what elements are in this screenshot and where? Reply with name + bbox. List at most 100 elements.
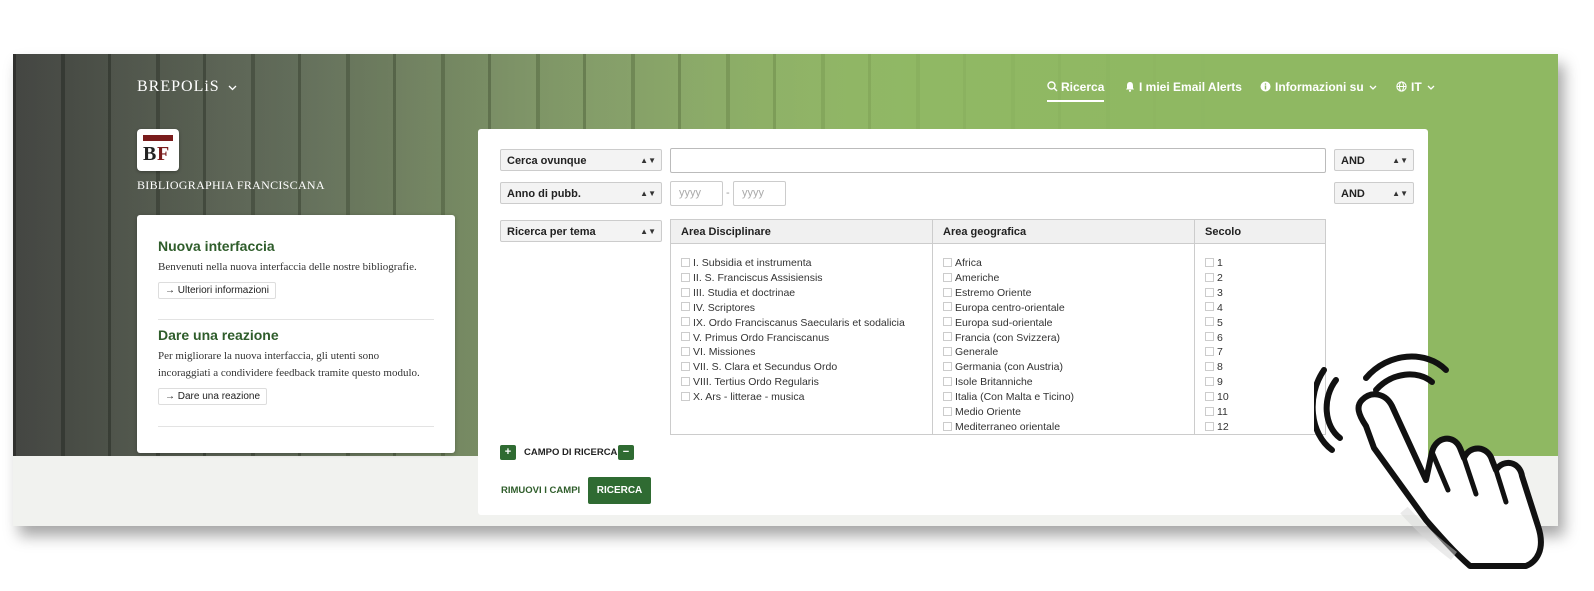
search-submit-button[interactable]: RICERCA	[588, 477, 651, 504]
checkbox[interactable]	[943, 376, 952, 386]
geography-item[interactable]: Americhe	[943, 271, 1194, 286]
checkbox[interactable]	[1205, 302, 1214, 312]
checkbox[interactable]	[1205, 376, 1214, 386]
checkbox[interactable]	[681, 317, 690, 327]
century-item[interactable]: 11	[1205, 405, 1325, 420]
checkbox[interactable]	[681, 376, 690, 386]
geography-item[interactable]: Mediterraneo orientale	[943, 420, 1194, 435]
checkbox[interactable]	[681, 287, 690, 297]
geography-item[interactable]: Estremo Oriente	[943, 286, 1194, 301]
geography-item[interactable]: Italia (Con Malta e Ticino)	[943, 390, 1194, 405]
remove-field-button[interactable]: −	[618, 445, 634, 460]
checkbox[interactable]	[943, 317, 952, 327]
checkbox[interactable]	[943, 391, 952, 401]
century-item[interactable]: 9	[1205, 375, 1325, 390]
checkbox[interactable]	[943, 406, 952, 416]
discipline-item[interactable]: VII. S. Clara et Secundus Ordo	[681, 360, 932, 375]
geography-item-label: Francia (con Svizzera)	[955, 331, 1061, 344]
add-field-button[interactable]: +	[500, 445, 516, 460]
checkbox[interactable]	[681, 257, 690, 267]
geography-item[interactable]: Generale	[943, 345, 1194, 360]
nav-info-menu[interactable]: Informazioni su	[1260, 80, 1377, 94]
checkbox[interactable]	[681, 347, 690, 357]
geography-header: Area geografica	[933, 220, 1194, 244]
checkbox[interactable]	[1205, 317, 1214, 327]
geography-item-label: Africa	[955, 257, 982, 269]
more-info-button[interactable]: → Ulteriori informazioni	[158, 282, 276, 299]
checkbox[interactable]	[943, 287, 952, 297]
checkbox[interactable]	[1205, 362, 1214, 372]
geography-item[interactable]: Europa centro-orientale	[943, 301, 1194, 316]
operator-select-2[interactable]: AND ▲▼	[1334, 182, 1414, 204]
discipline-item[interactable]: II. S. Franciscus Assisiensis	[681, 271, 932, 286]
checkbox[interactable]	[1205, 257, 1214, 267]
geography-item[interactable]: Isole Britanniche	[943, 375, 1194, 390]
geography-item[interactable]: Africa	[943, 256, 1194, 271]
century-item[interactable]: 6	[1205, 331, 1325, 346]
checkbox[interactable]	[1205, 421, 1214, 431]
search-input[interactable]	[670, 148, 1326, 173]
century-item[interactable]: 3	[1205, 286, 1325, 301]
discipline-item[interactable]: VI. Missiones	[681, 345, 932, 360]
checkbox[interactable]	[681, 332, 690, 342]
century-item[interactable]: 8	[1205, 360, 1325, 375]
checkbox[interactable]	[1205, 347, 1214, 357]
discipline-item[interactable]: IV. Scriptores	[681, 301, 932, 316]
century-item-label: 7	[1217, 346, 1223, 359]
century-item[interactable]: 7	[1205, 345, 1325, 360]
year-from-input[interactable]: yyyy	[670, 181, 723, 206]
globe-icon	[1396, 81, 1407, 92]
checkbox[interactable]	[943, 257, 952, 267]
checkbox[interactable]	[943, 421, 952, 431]
geography-item[interactable]: Germania (con Austria)	[943, 360, 1194, 375]
nav-email-alerts[interactable]: I miei Email Alerts	[1125, 80, 1242, 94]
field-select-1[interactable]: Cerca ovunque ▲▼	[500, 149, 662, 171]
century-item[interactable]: 5	[1205, 316, 1325, 331]
century-item[interactable]: 1	[1205, 256, 1325, 271]
year-to-input[interactable]: yyyy	[733, 181, 786, 206]
field-select-3[interactable]: Ricerca per tema ▲▼	[500, 220, 662, 242]
feedback-button[interactable]: → Dare una reazione	[158, 388, 268, 405]
century-list: 1 2 3 4 5 6 7 8 9 10 11 12	[1195, 244, 1325, 435]
operator-select-1[interactable]: AND ▲▼	[1334, 149, 1414, 171]
checkbox[interactable]	[943, 302, 952, 312]
discipline-item[interactable]: IX. Ordo Franciscanus Saecularis et soda…	[681, 316, 932, 331]
checkbox[interactable]	[943, 347, 952, 357]
nav-search[interactable]: Ricerca	[1047, 80, 1105, 102]
geography-item[interactable]: Europa sud-orientale	[943, 316, 1194, 331]
century-item[interactable]: 2	[1205, 271, 1325, 286]
checkbox[interactable]	[681, 391, 690, 401]
chevron-down-icon	[228, 85, 237, 91]
divider	[158, 426, 434, 427]
site-logo[interactable]: B F	[137, 129, 179, 171]
checkbox[interactable]	[1205, 332, 1214, 342]
checkbox[interactable]	[1205, 391, 1214, 401]
checkbox[interactable]	[943, 272, 952, 282]
geography-item[interactable]: Francia (con Svizzera)	[943, 331, 1194, 346]
century-item[interactable]: 12	[1205, 420, 1325, 435]
field-select-2[interactable]: Anno di pubb. ▲▼	[500, 182, 662, 204]
brand-menu[interactable]: BREPOLiS	[137, 78, 237, 96]
century-item-label: 8	[1217, 361, 1223, 374]
select-arrows-icon: ▲▼	[1392, 156, 1408, 165]
checkbox[interactable]	[681, 302, 690, 312]
discipline-item[interactable]: I. Subsidia et instrumenta	[681, 256, 932, 271]
checkbox[interactable]	[1205, 406, 1214, 416]
discipline-item[interactable]: III. Studia et doctrinae	[681, 286, 932, 301]
checkbox[interactable]	[681, 362, 690, 372]
checkbox[interactable]	[1205, 287, 1214, 297]
nav-language[interactable]: IT	[1396, 80, 1435, 94]
checkbox[interactable]	[681, 272, 690, 282]
discipline-item[interactable]: V. Primus Ordo Franciscanus	[681, 331, 932, 346]
field-select-2-value: Anno di pubb.	[507, 188, 581, 200]
clear-fields-button[interactable]: RIMUOVI I CAMPI	[501, 485, 580, 496]
century-item[interactable]: 4	[1205, 301, 1325, 316]
discipline-item[interactable]: X. Ars - litterae - musica	[681, 390, 932, 405]
century-item[interactable]: 10	[1205, 390, 1325, 405]
geography-item[interactable]: Medio Oriente	[943, 405, 1194, 420]
discipline-item[interactable]: VIII. Tertius Ordo Regularis	[681, 375, 932, 390]
feedback-block: Dare una reazione Per migliorare la nuov…	[158, 327, 434, 405]
checkbox[interactable]	[943, 332, 952, 342]
checkbox[interactable]	[1205, 272, 1214, 282]
checkbox[interactable]	[943, 362, 952, 372]
